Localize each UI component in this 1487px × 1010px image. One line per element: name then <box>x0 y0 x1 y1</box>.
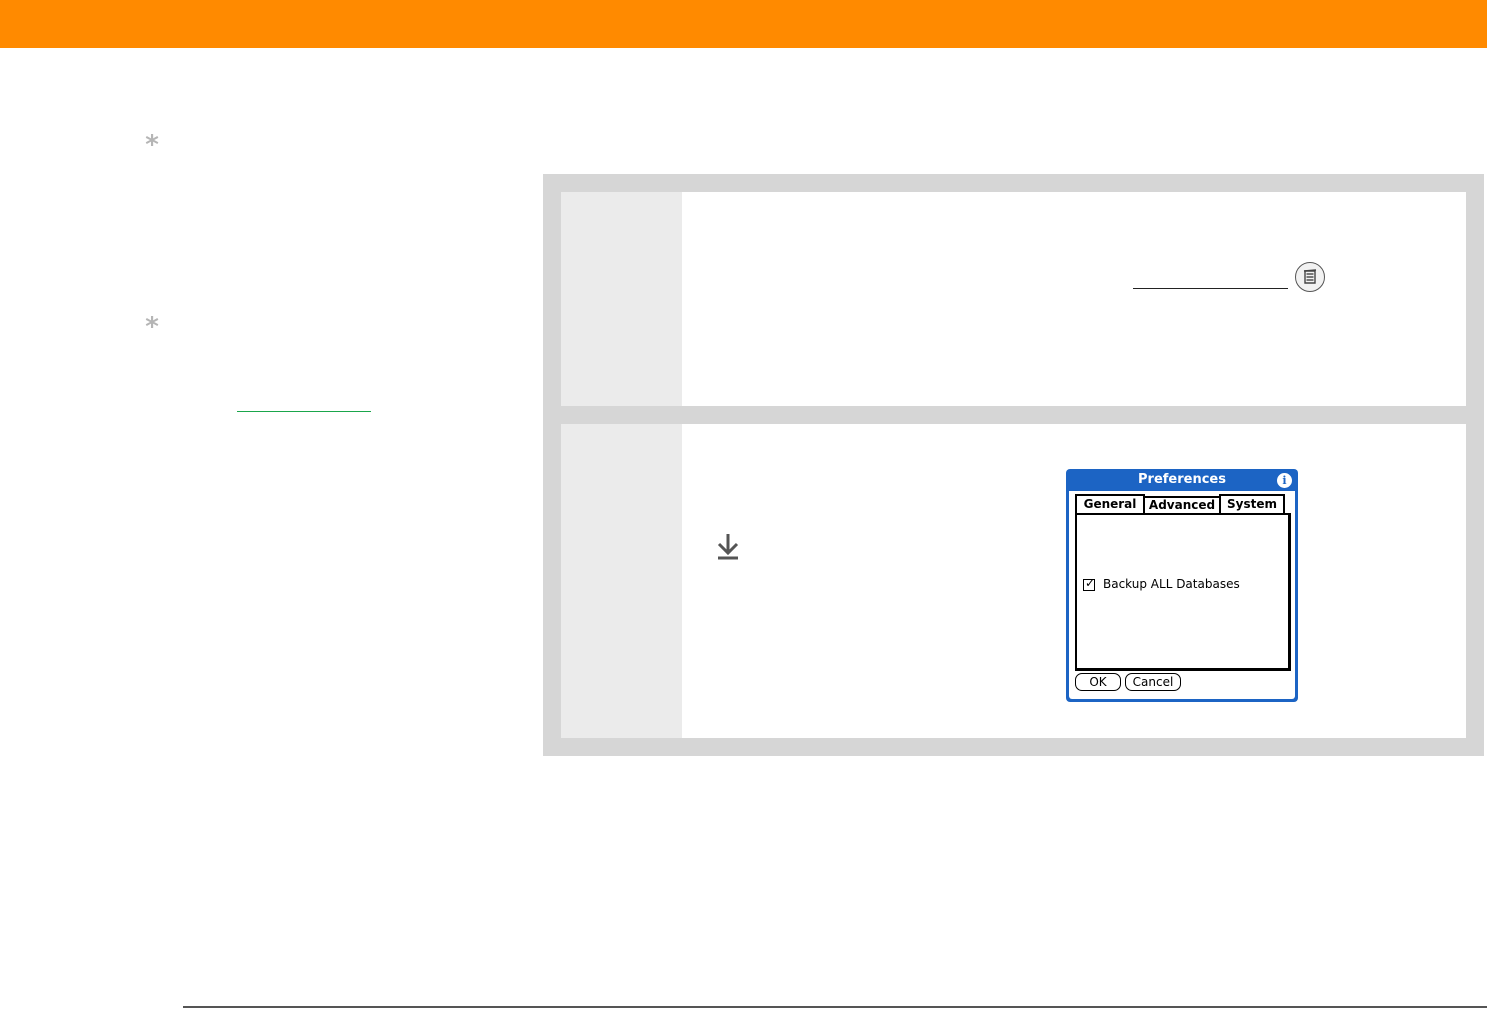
tab-general[interactable]: General <box>1075 494 1145 513</box>
backup-all-checkbox[interactable]: ✓ <box>1083 576 1096 591</box>
steps-panel: Preferences i General Advanced System ✓ … <box>543 174 1484 756</box>
preferences-dialog: Preferences i General Advanced System ✓ … <box>1066 469 1298 702</box>
step-2: Preferences i General Advanced System ✓ … <box>561 424 1466 738</box>
dialog-body: General Advanced System ✓ Backup ALL Dat… <box>1069 491 1295 699</box>
menu-link[interactable] <box>1133 288 1288 289</box>
tip-asterisk-icon: * <box>145 130 159 160</box>
backup-all-label: Backup ALL Databases <box>1103 577 1240 591</box>
cancel-button[interactable]: Cancel <box>1125 673 1181 691</box>
ok-button[interactable]: OK <box>1075 673 1121 691</box>
tab-advanced[interactable]: Advanced <box>1143 496 1221 513</box>
footer-rule <box>183 1006 1487 1008</box>
tip-asterisk-icon: * <box>145 312 159 342</box>
step-number-column <box>561 424 682 738</box>
step-1 <box>561 192 1466 406</box>
dialog-title: Preferences <box>1138 472 1226 487</box>
tab-system[interactable]: System <box>1219 494 1285 515</box>
system-tab-panel: ✓ Backup ALL Databases <box>1075 513 1291 671</box>
header-bar <box>0 0 1487 48</box>
tip-link[interactable] <box>237 411 371 412</box>
down-arrow-icon <box>717 534 739 560</box>
step-number-column <box>561 192 682 406</box>
check-mark-icon: ✓ <box>1085 576 1096 590</box>
menu-icon <box>1295 262 1325 292</box>
info-icon[interactable]: i <box>1277 473 1292 488</box>
